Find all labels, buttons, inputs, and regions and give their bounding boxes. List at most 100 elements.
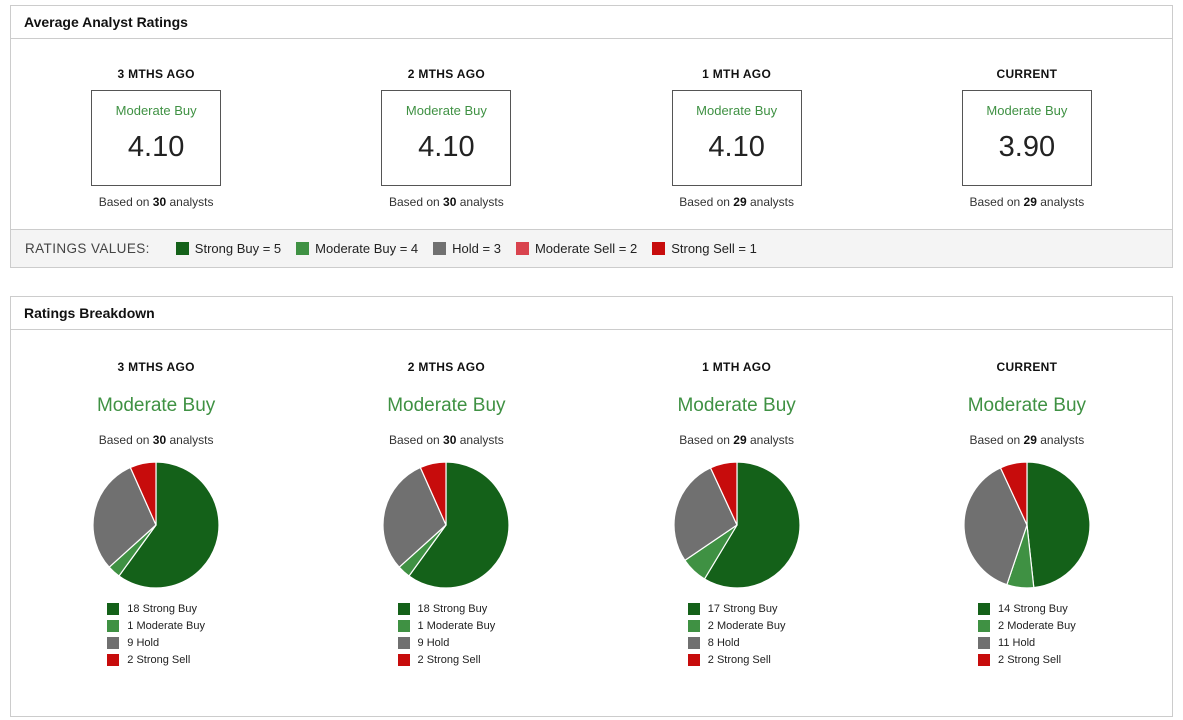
ratings-breakdown-panel: Ratings Breakdown 3 MTHS AGO Moderate Bu…	[10, 296, 1173, 717]
moderate-sell-swatch	[515, 242, 529, 255]
analyst-count-note: Based on 30 analysts	[98, 195, 214, 209]
breakdown-column-1mth: 1 MTH AGO Moderate Buy Based on 29 analy…	[592, 360, 882, 671]
strong-sell-swatch	[107, 654, 120, 666]
analyst-count: 30	[152, 433, 167, 447]
ratings-values-label: RATINGS VALUES:	[25, 241, 150, 256]
rating-value: 3.90	[998, 131, 1056, 163]
rating-label: Moderate Buy	[967, 395, 1087, 416]
pie-legend: 18 Strong Buy 1 Moderate Buy 9 Hold 2 St…	[107, 603, 205, 671]
legend-item-moderate-buy: Moderate Buy = 4	[296, 241, 418, 256]
moderate-buy-swatch	[397, 620, 410, 632]
moderate-buy-swatch	[687, 620, 700, 632]
breakdown-column-current: CURRENT Moderate Buy Based on 29 analyst…	[882, 360, 1172, 671]
avg-rating-column-current: CURRENT Moderate Buy 3.90 Based on 29 an…	[882, 67, 1172, 209]
legend-item-strong-buy: Strong Buy = 5	[175, 241, 281, 256]
legend-item-strong-sell: Strong Sell = 1	[652, 241, 757, 256]
legend-item-strong-buy: 17 Strong Buy	[687, 603, 786, 615]
legend-item-hold: Hold = 3	[433, 241, 501, 256]
rating-box: Moderate Buy 4.10	[381, 90, 512, 186]
panel-title: Ratings Breakdown	[11, 297, 1172, 330]
legend-item-strong-sell: 2 Strong Sell	[397, 654, 496, 666]
period-label: 2 MTHS AGO	[407, 67, 485, 81]
analyst-count-note: Based on 29 analysts	[679, 433, 795, 447]
pie-chart	[92, 461, 220, 589]
analyst-count: 29	[1023, 195, 1037, 209]
analyst-count-note: Based on 30 analysts	[388, 433, 504, 447]
analyst-count: 30	[443, 195, 457, 209]
legend-item-moderate-buy: 2 Moderate Buy	[978, 620, 1076, 632]
legend-item-strong-sell: 2 Strong Sell	[687, 654, 786, 666]
legend-item-moderate-sell: Moderate Sell = 2	[515, 241, 637, 256]
legend-item-moderate-buy: 1 Moderate Buy	[397, 620, 495, 632]
legend-item-hold: 9 Hold	[397, 637, 496, 649]
analyst-count-note: Based on 29 analysts	[969, 433, 1085, 447]
pie-chart	[963, 461, 1091, 589]
avg-rating-column-2mths: 2 MTHS AGO Moderate Buy 4.10 Based on 30…	[301, 67, 591, 209]
strong-sell-swatch	[687, 654, 700, 666]
legend-item-strong-sell: 2 Strong Sell	[107, 654, 205, 666]
strong-sell-swatch	[652, 242, 666, 255]
hold-swatch	[397, 637, 410, 649]
rating-box: Moderate Buy 4.10	[671, 90, 802, 186]
hold-swatch	[433, 242, 447, 255]
analyst-count: 30	[152, 195, 167, 209]
legend-item-hold: 8 Hold	[687, 637, 786, 649]
legend-item-hold: 11 Hold	[978, 637, 1076, 649]
avg-rating-column-3mths: 3 MTHS AGO Moderate Buy 4.10 Based on 30…	[11, 67, 301, 209]
rating-label: Moderate Buy	[115, 103, 197, 118]
breakdown-row: 3 MTHS AGO Moderate Buy Based on 30 anal…	[11, 330, 1172, 716]
analyst-count-note: Based on 29 analysts	[679, 195, 795, 209]
pie-legend: 18 Strong Buy 1 Moderate Buy 9 Hold 2 St…	[397, 603, 496, 671]
period-label: 3 MTHS AGO	[117, 67, 195, 81]
rating-value: 4.10	[418, 131, 475, 163]
rating-value: 4.10	[708, 131, 765, 163]
rating-label: Moderate Buy	[405, 103, 487, 118]
pie-legend: 14 Strong Buy 2 Moderate Buy 11 Hold 2 S…	[978, 603, 1076, 671]
legend-item-moderate-buy: 1 Moderate Buy	[107, 620, 205, 632]
analyst-count: 29	[1023, 433, 1037, 447]
period-label: 2 MTHS AGO	[407, 360, 485, 374]
strong-buy-swatch	[175, 242, 189, 255]
hold-swatch	[687, 637, 700, 649]
rating-value: 4.10	[127, 131, 185, 163]
analyst-count: 29	[733, 195, 747, 209]
legend-item-strong-sell: 2 Strong Sell	[978, 654, 1076, 666]
hold-swatch	[107, 637, 120, 649]
strong-sell-swatch	[978, 654, 991, 666]
rating-label: Moderate Buy	[986, 103, 1068, 118]
legend-item-hold: 9 Hold	[107, 637, 205, 649]
strong-buy-swatch	[978, 603, 991, 615]
rating-label: Moderate Buy	[677, 395, 796, 416]
legend-item-strong-buy: 18 Strong Buy	[107, 603, 205, 615]
strong-buy-swatch	[687, 603, 700, 615]
average-ratings-row: 3 MTHS AGO Moderate Buy 4.10 Based on 30…	[11, 39, 1172, 229]
strong-buy-swatch	[107, 603, 120, 615]
legend-item-moderate-buy: 2 Moderate Buy	[687, 620, 785, 632]
rating-label: Moderate Buy	[696, 103, 778, 118]
period-label: CURRENT	[996, 67, 1058, 81]
legend-item-strong-buy: 18 Strong Buy	[397, 603, 496, 615]
breakdown-column-2mths: 2 MTHS AGO Moderate Buy Based on 30 anal…	[301, 360, 591, 671]
moderate-buy-swatch	[978, 620, 991, 632]
strong-sell-swatch	[397, 654, 410, 666]
breakdown-column-3mths: 3 MTHS AGO Moderate Buy Based on 30 anal…	[11, 360, 301, 671]
pie-legend: 17 Strong Buy 2 Moderate Buy 8 Hold 2 St…	[687, 603, 786, 671]
analyst-count: 30	[443, 433, 457, 447]
average-analyst-ratings-panel: Average Analyst Ratings 3 MTHS AGO Moder…	[10, 5, 1173, 268]
analyst-count-note: Based on 30 analysts	[98, 433, 214, 447]
legend-item-strong-buy: 14 Strong Buy	[978, 603, 1076, 615]
moderate-buy-swatch	[107, 620, 120, 632]
hold-swatch	[978, 637, 991, 649]
period-label: CURRENT	[996, 360, 1058, 374]
pie-chart	[382, 461, 510, 589]
analyst-count: 29	[733, 433, 747, 447]
moderate-buy-swatch	[296, 242, 310, 255]
analyst-count-note: Based on 30 analysts	[388, 195, 504, 209]
rating-box: Moderate Buy 3.90	[961, 90, 1092, 186]
panel-title: Average Analyst Ratings	[11, 6, 1172, 39]
rating-box: Moderate Buy 4.10	[91, 90, 222, 186]
ratings-values-legend: RATINGS VALUES: Strong Buy = 5 Moderate …	[11, 229, 1172, 267]
period-label: 1 MTH AGO	[702, 67, 772, 81]
pie-chart	[673, 461, 801, 589]
analyst-count-note: Based on 29 analysts	[969, 195, 1085, 209]
